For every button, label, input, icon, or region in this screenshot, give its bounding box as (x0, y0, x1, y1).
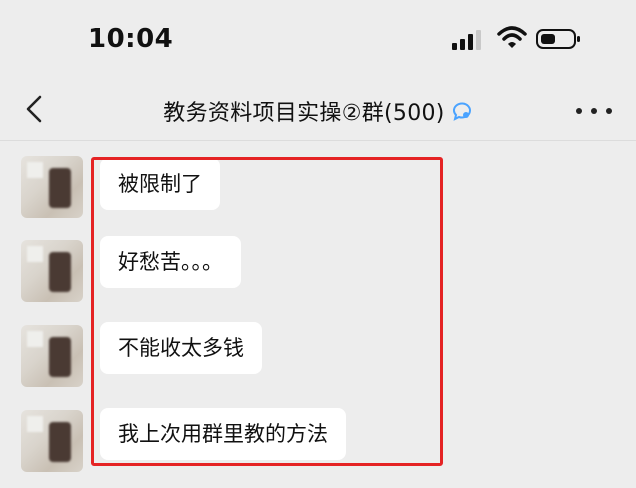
avatar[interactable] (21, 325, 83, 387)
message-bubble[interactable]: 被限制了 (100, 158, 220, 210)
message-row: 被限制了 (0, 150, 636, 230)
status-bar: 10:04 (0, 0, 636, 82)
message-row: 不能收太多钱 (0, 322, 636, 402)
more-button[interactable] (576, 98, 612, 124)
more-dot (591, 108, 597, 114)
wifi-icon (497, 26, 527, 48)
message-row: 好愁苦。。。 (0, 236, 636, 316)
message-bubble[interactable]: 好愁苦。。。 (100, 236, 241, 288)
message-row: 我上次用群里教的方法 (0, 408, 636, 488)
chat-header: 教务资料项目实操②群(500) (0, 82, 636, 141)
group-chat-icon (452, 102, 471, 121)
message-bubble[interactable]: 我上次用群里教的方法 (100, 408, 346, 460)
more-dot (606, 108, 612, 114)
avatar[interactable] (21, 410, 83, 472)
more-dot (576, 108, 582, 114)
message-list: 被限制了 好愁苦。。。 不能收太多钱 我上次用群里教的方法 (0, 140, 636, 480)
message-bubble[interactable]: 不能收太多钱 (100, 322, 262, 374)
avatar[interactable] (21, 156, 83, 218)
signal-icon (452, 30, 481, 50)
chat-title-wrapper: 教务资料项目实操②群(500) (0, 82, 636, 140)
avatar[interactable] (21, 240, 83, 302)
chat-title[interactable]: 教务资料项目实操②群(500) (163, 95, 444, 127)
battery-icon (536, 29, 580, 49)
status-time: 10:04 (88, 24, 174, 54)
